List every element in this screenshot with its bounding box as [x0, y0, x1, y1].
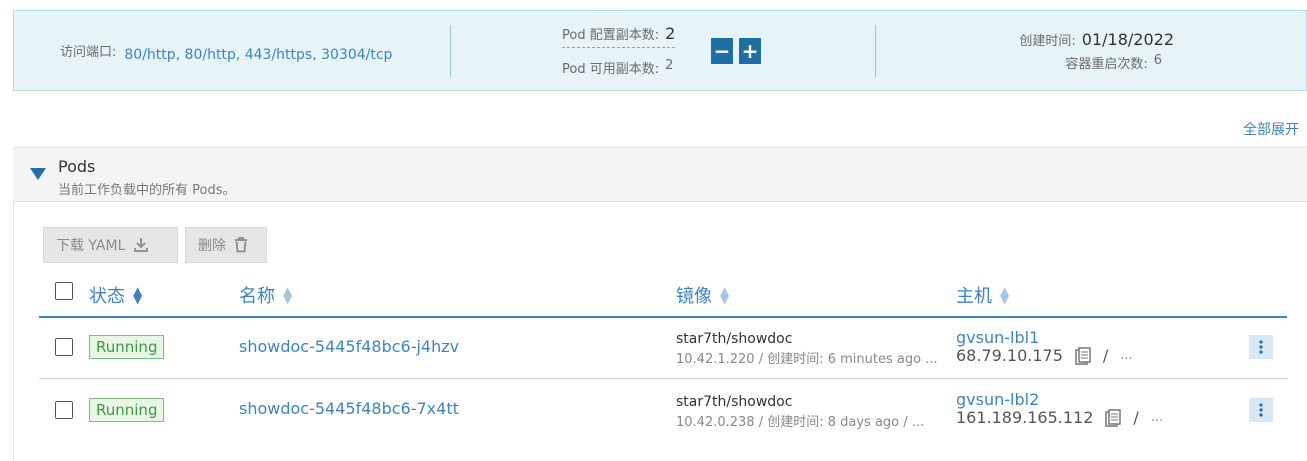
column-host-header[interactable]: 主机 ▲ ▼	[956, 282, 1009, 308]
kebab-icon	[1259, 340, 1263, 354]
divider	[875, 25, 876, 77]
sort-icon: ▲ ▼	[720, 284, 730, 306]
row-checkbox[interactable]	[55, 401, 73, 419]
replicas-available: Pod 可用副本数: 2	[562, 58, 673, 77]
image-name: star7th/showdoc	[676, 331, 793, 347]
column-name-header[interactable]: 名称 ▲ ▼	[239, 282, 292, 308]
pod-name-link[interactable]: showdoc-5445f48bc6-j4hzv	[239, 337, 459, 356]
workload-info-bar: 访问端口: 80/http, 80/http, 443/https, 30304…	[13, 10, 1307, 91]
pods-section-header[interactable]: Pods 当前工作负载中的所有 Pods。	[13, 147, 1307, 202]
scale-buttons: − +	[711, 11, 761, 90]
replicas-label: Pod 配置副本数:	[562, 28, 660, 43]
restarts-value: 6	[1153, 52, 1162, 68]
sort-icon: ▲ ▼	[133, 284, 143, 306]
ports-value[interactable]: 80/http, 80/http, 443/https, 30304/tcp	[124, 47, 392, 63]
separator: /	[1133, 408, 1139, 427]
select-all-checkbox[interactable]	[55, 282, 73, 300]
created-label: 创建时间:	[1019, 33, 1076, 49]
sort-icon: ▲ ▼	[1000, 284, 1010, 306]
scale-up-button[interactable]: +	[739, 37, 761, 64]
created-value: 01/18/2022	[1081, 29, 1174, 49]
pod-name-link[interactable]: showdoc-5445f48bc6-7x4tt	[239, 399, 459, 418]
column-status-label: 状态	[89, 286, 125, 307]
image-details: 10.42.1.220 / 创建时间: 6 minutes ago ...	[676, 352, 938, 367]
download-yaml-label: 下载 YAML	[56, 238, 126, 254]
delete-label: 删除	[198, 238, 226, 254]
replicas-section: Pod 配置副本数: 2 Pod 可用副本数: 2	[562, 11, 676, 90]
host-link[interactable]: gvsun-lbl1	[956, 328, 1039, 347]
sort-icon: ▲ ▼	[283, 284, 293, 306]
status-badge: Running	[89, 335, 165, 359]
column-status-header[interactable]: 状态 ▲ ▼	[89, 282, 142, 308]
host-ip-extra: ...	[1120, 348, 1133, 363]
row-checkbox[interactable]	[55, 338, 73, 356]
pods-subtitle: 当前工作负载中的所有 Pods。	[58, 183, 236, 198]
copy-icon[interactable]	[1105, 408, 1122, 427]
replicas-config[interactable]: Pod 配置副本数: 2	[562, 24, 676, 48]
column-image-header[interactable]: 镜像 ▲ ▼	[676, 282, 729, 308]
ports-section: 访问端口: 80/http, 80/http, 443/https, 30304…	[60, 11, 392, 90]
host-ip-value: 68.79.10.175	[956, 346, 1063, 365]
row-actions-button[interactable]	[1249, 398, 1273, 422]
host-ip-value: 161.189.165.112	[956, 408, 1094, 427]
column-host-label: 主机	[956, 286, 992, 307]
divider	[450, 25, 451, 77]
created-section: 创建时间: 01/18/2022 容器重启次数: 6	[1004, 11, 1174, 90]
column-name-label: 名称	[239, 286, 275, 307]
row-divider	[39, 378, 1287, 379]
table-header-divider	[39, 316, 1287, 318]
host-link[interactable]: gvsun-lbl2	[956, 390, 1039, 409]
delete-button[interactable]: 删除	[185, 227, 267, 263]
trash-icon	[235, 237, 247, 253]
scale-down-button[interactable]: −	[711, 37, 733, 64]
ports-label: 访问端口:	[60, 45, 117, 60]
expand-all-link[interactable]: 全部展开	[1243, 119, 1299, 139]
host-ip-extra: ...	[1150, 410, 1164, 425]
separator: /	[1102, 346, 1109, 365]
status-badge: Running	[89, 398, 165, 422]
image-details: 10.42.0.238 / 创建时间: 8 days ago / ...	[676, 415, 925, 430]
restarts-label: 容器重启次数:	[1065, 56, 1148, 72]
row-actions-button[interactable]	[1249, 335, 1273, 359]
image-name: star7th/showdoc	[676, 394, 793, 410]
column-image-label: 镜像	[676, 286, 712, 307]
replicas-value: 2	[665, 24, 676, 43]
download-icon	[134, 238, 149, 252]
host-ip: 68.79.10.175 / ...	[956, 346, 1133, 365]
available-label: Pod 可用副本数:	[562, 62, 660, 77]
pods-title: Pods	[58, 157, 96, 176]
collapse-triangle-icon[interactable]	[30, 168, 46, 180]
download-yaml-button[interactable]: 下载 YAML	[43, 227, 178, 263]
copy-icon[interactable]	[1075, 346, 1091, 365]
available-value: 2	[665, 58, 674, 73]
kebab-icon	[1259, 403, 1263, 417]
host-ip: 161.189.165.112 / ...	[956, 408, 1163, 427]
